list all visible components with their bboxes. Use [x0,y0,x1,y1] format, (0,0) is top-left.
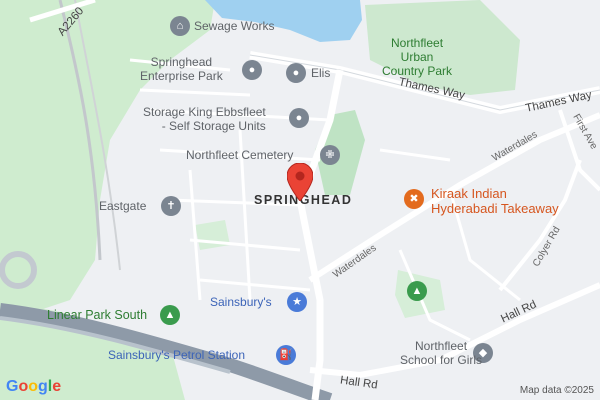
google-logo-letter: g [38,378,48,395]
building-icon[interactable]: ⌂ [170,16,190,36]
storage-king-icon[interactable]: ● [289,108,309,128]
google-logo-letter: G [6,378,19,395]
park-tree-icon[interactable]: ▲ [407,281,427,301]
google-logo-letter: o [18,378,29,395]
country-park-label[interactable]: Northfleet Urban Country Park [382,36,452,78]
petrol-station-label[interactable]: Sainsbury's Petrol Station [108,348,245,362]
park-icon[interactable]: ▲ [160,305,180,325]
enterprise-park-icon[interactable]: ● [242,60,262,80]
kiraak-label[interactable]: Kiraak Indian Hyderabadi Takeaway [431,186,559,216]
google-logo-text: Google [6,378,61,396]
eastgate-label[interactable]: Eastgate [99,199,146,213]
map-attribution[interactable]: Map data ©2025 [520,385,594,396]
sainsburys-label[interactable]: Sainsbury's [210,295,272,309]
enterprise-park-label[interactable]: Springhead Enterprise Park [140,55,223,83]
google-logo-letter: e [52,378,62,395]
elis-label[interactable]: Elis [311,66,330,80]
fuel-icon[interactable]: ⛽ [276,345,296,365]
storage-king-label[interactable]: Storage King Ebbsfleet - Self Storage Un… [143,105,266,133]
school-label[interactable]: Northfleet School for Girls [400,339,482,367]
shopping-icon[interactable]: ★ [287,292,307,312]
sewage-works-label[interactable]: Sewage Works [194,19,274,33]
location-pin-icon[interactable] [287,163,313,201]
google-logo-letter: o [28,378,39,395]
cemetery-icon[interactable]: ✙ [320,145,340,165]
map-canvas[interactable]: ⌂ Sewage Works ● Springhead Enterprise P… [0,0,600,400]
restaurant-icon[interactable]: ✖ [404,189,424,209]
elis-icon[interactable]: ● [286,63,306,83]
google-logo[interactable]: Google [6,378,61,396]
cemetery-label[interactable]: Northfleet Cemetery [186,148,293,162]
linear-park-label[interactable]: Linear Park South [47,308,147,322]
church-icon[interactable]: ✝ [161,196,181,216]
small-park-area [195,220,230,250]
